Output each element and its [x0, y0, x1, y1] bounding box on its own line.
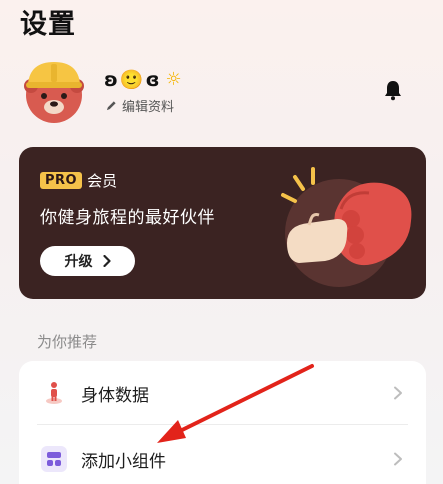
list-item-add-widget[interactable]: 添加小组件 [19, 428, 426, 484]
divider [37, 424, 408, 425]
pro-badge-row: PRO 会员 [40, 170, 117, 191]
upgrade-label: 升级 [64, 254, 93, 270]
bell-icon [385, 81, 401, 101]
bear-avatar-icon [24, 62, 84, 123]
pencil-icon [106, 101, 116, 111]
chevron-right-icon [394, 386, 402, 400]
chevron-right-icon [102, 255, 111, 267]
avatar[interactable] [22, 58, 86, 124]
profile-name-left: ʚ [104, 68, 118, 91]
profile-name-right: ɞ [145, 68, 160, 91]
body-figure-icon [46, 382, 62, 404]
smiley-emoji-icon: 🙂 [119, 69, 144, 91]
fist-bump-illustration [281, 167, 412, 287]
list-item-body-data[interactable]: 身体数据 [19, 362, 426, 424]
list-item-label: 添加小组件 [81, 451, 166, 472]
pro-badge: PRO [40, 172, 83, 189]
upgrade-button[interactable]: 升级 [40, 246, 135, 276]
profile-name: ʚ 🙂 ɞ ☼ [104, 68, 182, 92]
sun-icon: ☼ [165, 69, 182, 90]
widget-grid-icon [41, 446, 67, 472]
page-title: 设置 [20, 9, 76, 40]
edit-profile-label: 编辑资料 [122, 100, 175, 115]
section-title: 为你推荐 [37, 333, 98, 351]
edit-profile-link[interactable]: 编辑资料 [106, 96, 174, 115]
notification-button[interactable] [382, 79, 404, 101]
member-label: 会员 [87, 172, 118, 190]
pro-membership-card[interactable]: PRO 会员 你健身旅程的最好伙伴 升级 [19, 147, 426, 299]
recommendations-list: 身体数据 添加小组件 [19, 361, 426, 484]
list-item-label: 身体数据 [81, 385, 149, 406]
pro-tagline: 你健身旅程的最好伙伴 [40, 208, 215, 228]
chevron-right-icon [394, 452, 402, 466]
